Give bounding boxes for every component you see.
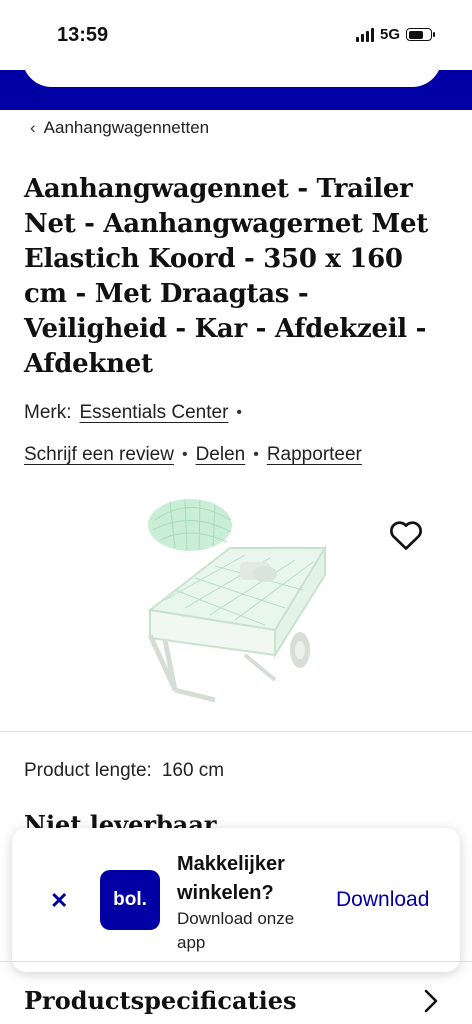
header-band-cut — [22, 70, 442, 87]
divider — [0, 731, 472, 732]
product-specs-header[interactable]: Productspecificaties — [24, 986, 297, 1015]
brand-row: Merk: Essentials Center • — [24, 402, 242, 424]
separator-dot: • — [181, 446, 188, 463]
share-link[interactable]: Delen — [196, 444, 246, 466]
product-length: Product lengte: 160 cm — [24, 760, 224, 782]
brand-label: Merk: — [24, 402, 72, 423]
close-icon[interactable]: ✕ — [50, 888, 68, 914]
status-bar: 13:59 5G — [0, 0, 472, 70]
breadcrumb-label: Aanhangwagennetten — [43, 118, 210, 137]
signal-icon — [355, 27, 374, 42]
banner-title: Makkelijker winkelen? — [177, 853, 285, 904]
page-title: Aanhangwagennet - Trailer Net - Aanhangw… — [24, 174, 428, 379]
brand-link[interactable]: Essentials Center — [80, 402, 229, 424]
breadcrumb[interactable]: ‹ Aanhangwagennetten — [30, 118, 209, 138]
banner-subtitle: Download onze app — [177, 909, 295, 952]
review-link[interactable]: Schrijf een review — [24, 444, 174, 466]
spec-value: 160 cm — [161, 760, 225, 781]
status-indicators: 5G — [355, 26, 435, 43]
app-download-banner: ✕ bol. Makkelijker winkelen? Download on… — [12, 828, 460, 972]
chevron-right-icon[interactable] — [422, 988, 440, 1014]
divider — [0, 961, 472, 962]
network-label: 5G — [379, 26, 400, 43]
product-image[interactable] — [135, 490, 335, 710]
download-button[interactable]: Download — [336, 888, 429, 912]
battery-icon — [406, 28, 435, 41]
actions-row: Schrijf een review • Delen • Rapporteer — [24, 444, 362, 466]
chevron-left-icon: ‹ — [30, 118, 36, 137]
heart-icon[interactable] — [388, 518, 424, 552]
separator-dot: • — [253, 446, 259, 463]
status-time: 13:59 — [57, 24, 109, 46]
separator-dot: • — [236, 404, 243, 421]
report-link[interactable]: Rapporteer — [267, 444, 362, 466]
header-band — [0, 70, 472, 110]
spec-label: Product lengte: — [24, 760, 152, 781]
app-logo: bol. — [100, 870, 160, 930]
